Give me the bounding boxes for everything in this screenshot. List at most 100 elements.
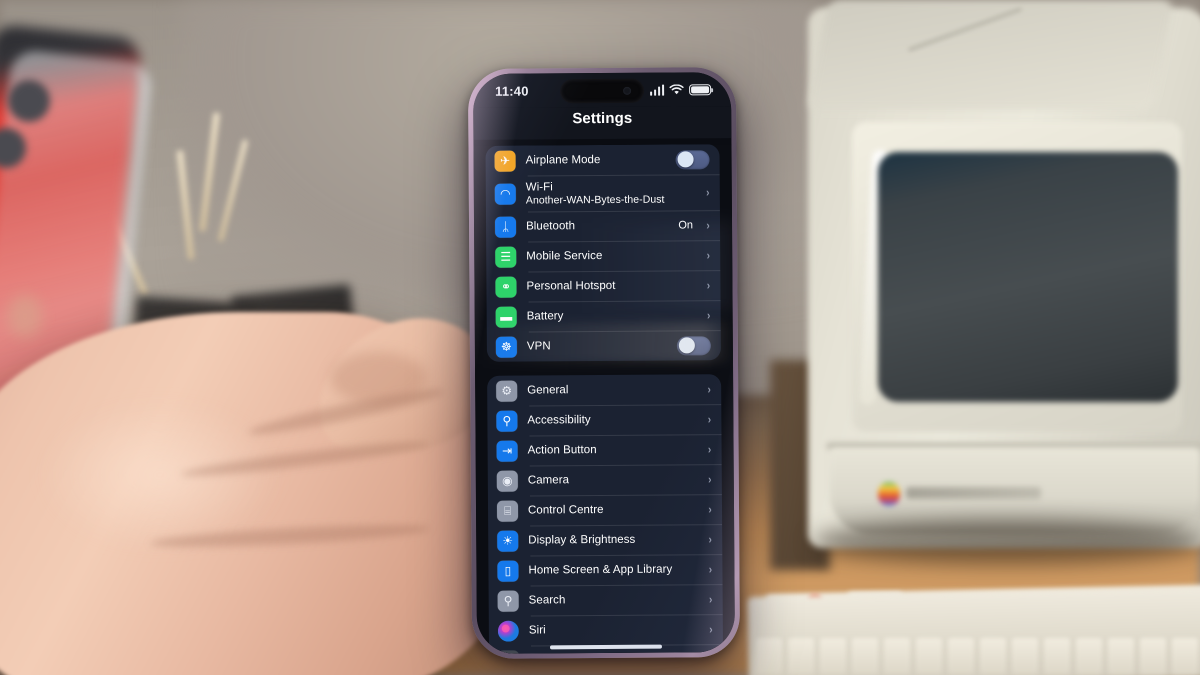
settings-row[interactable]: Siri › xyxy=(489,614,723,646)
settings-row-label: Siri xyxy=(528,624,546,637)
toggle-knob xyxy=(677,151,694,168)
settings-row[interactable]: ᛦ Bluetooth On › xyxy=(486,210,720,242)
vintage-keyboard-top-edge xyxy=(765,585,1200,623)
chevron-right-icon: › xyxy=(709,652,712,654)
settings-row[interactable]: ☸ VPN xyxy=(487,330,721,362)
chevron-right-icon: › xyxy=(706,185,710,200)
settings-row[interactable]: ☰ Mobile Service › xyxy=(486,240,720,272)
front-camera-icon xyxy=(623,86,632,95)
chevron-right-icon: › xyxy=(708,472,712,487)
standby-icon: ◎◎ xyxy=(498,650,520,654)
macintosh-bezel-glint xyxy=(859,149,889,406)
action-button-icon: ⇥ xyxy=(496,440,518,462)
settings-row[interactable]: ⇥ Action Button › xyxy=(488,434,722,466)
settings-row-label: Mobile Service xyxy=(526,250,603,263)
settings-row-label: General xyxy=(527,384,569,397)
settings-row[interactable]: ⚙ General › xyxy=(487,374,721,406)
home-screen-icon: ▯ xyxy=(497,560,519,582)
settings-row[interactable]: ⚲ Accessibility › xyxy=(487,404,721,436)
airplane-icon: ✈ xyxy=(494,150,516,172)
battery-icon xyxy=(689,83,712,95)
settings-row[interactable]: ⚭ Personal Hotspot › xyxy=(486,270,720,302)
home-indicator[interactable] xyxy=(549,644,662,650)
settings-list[interactable]: ✈ Airplane Mode ◠ Wi-Fi Another-WAN-Bytes-th… xyxy=(473,144,736,654)
settings-group-system: ⚙ General › ⚲ Accessibility › ⇥ Action Button › ◉… xyxy=(487,374,724,654)
chevron-right-icon: › xyxy=(707,412,712,427)
chevron-right-icon: › xyxy=(708,532,712,547)
settings-row-label: Airplane Mode xyxy=(525,154,601,167)
chevron-right-icon: › xyxy=(706,218,710,233)
macintosh-top-facet xyxy=(807,0,1174,110)
settings-row-label: Battery xyxy=(526,310,564,323)
photo-scene: 11:40 Settings ✈ Airplane Mode ◠ Wi-Fi Anoth xyxy=(0,0,1200,675)
settings-row-label: Home Screen & App Library xyxy=(528,563,673,577)
chevron-right-icon: › xyxy=(707,382,711,397)
settings-group-connectivity: ✈ Airplane Mode ◠ Wi-Fi Another-WAN-Bytes-th… xyxy=(485,144,721,362)
status-bar-time: 11:40 xyxy=(495,83,529,99)
settings-row-label: Display & Brightness xyxy=(528,533,636,547)
settings-row[interactable]: ▯ Home Screen & App Library › xyxy=(488,554,722,586)
macintosh-classic-body xyxy=(808,8,1200,548)
settings-row-label: Search xyxy=(528,594,566,607)
vpn-icon: ☸ xyxy=(495,336,517,358)
iphone-device: 11:40 Settings ✈ Airplane Mode ◠ Wi-Fi Anoth xyxy=(467,67,741,659)
settings-row-label: Control Centre xyxy=(527,504,604,517)
chevron-right-icon: › xyxy=(706,278,711,293)
iphone-screen: 11:40 Settings ✈ Airplane Mode ◠ Wi-Fi Anoth xyxy=(472,72,736,654)
settings-row-label: Personal Hotspot xyxy=(526,279,616,293)
settings-row-toggle[interactable] xyxy=(676,335,711,355)
toggle-knob xyxy=(678,337,695,354)
macintosh-case-seam xyxy=(826,442,1200,450)
settings-row-value: On xyxy=(678,219,694,232)
settings-row-label: Accessibility xyxy=(527,414,591,427)
settings-row[interactable]: ⌸ Control Centre › xyxy=(488,494,722,526)
settings-row[interactable]: ◠ Wi-Fi Another-WAN-Bytes-the-Dust › xyxy=(486,174,720,212)
camera-icon: ◉ xyxy=(496,470,518,492)
chevron-right-icon: › xyxy=(708,592,713,607)
control-centre-icon: ⌸ xyxy=(496,500,519,522)
settings-row-subtitle: Another-WAN-Bytes-the-Dust xyxy=(525,193,665,207)
page-title: Settings xyxy=(473,106,732,140)
settings-row[interactable]: ☀ Display & Brightness › xyxy=(488,524,722,556)
battery-icon: ▬ xyxy=(495,306,517,328)
chevron-right-icon: › xyxy=(709,622,713,637)
hand-holding-phone xyxy=(0,312,520,675)
chevron-right-icon: › xyxy=(708,562,713,577)
settings-row-label: Wi-Fi Another-WAN-Bytes-the-Dust xyxy=(526,180,696,206)
background-dark-equipment xyxy=(0,340,430,675)
hotspot-icon: ⚭ xyxy=(495,276,517,298)
background-camera-lens-icon xyxy=(0,128,26,168)
background-red-iphone xyxy=(0,23,143,467)
settings-row-label: Bluetooth xyxy=(526,220,576,233)
dynamic-island xyxy=(560,78,645,104)
settings-row-label: Action Button xyxy=(527,444,597,457)
desk-side-panel xyxy=(770,360,830,570)
settings-row[interactable]: ▬ Battery › xyxy=(487,300,721,332)
settings-row[interactable]: ⚲ Search › xyxy=(489,584,723,616)
bluetooth-icon: ᛦ xyxy=(494,216,517,238)
keyboard-apple-logo-icon xyxy=(808,594,822,610)
settings-row-label: VPN xyxy=(526,340,551,353)
background-clear-case xyxy=(0,48,153,482)
brightness-icon: ☀ xyxy=(497,530,519,552)
rainbow-apple-logo-icon xyxy=(878,482,900,506)
search-icon: ⚲ xyxy=(497,590,519,612)
general-gear-icon: ⚙ xyxy=(496,380,518,402)
settings-row[interactable]: ✈ Airplane Mode xyxy=(485,144,719,176)
macintosh-lower-face xyxy=(830,448,1200,534)
chevron-right-icon: › xyxy=(707,442,712,457)
macintosh-classic-wordmark xyxy=(906,487,1041,499)
hand-highlight xyxy=(40,400,280,550)
vintage-keyboard-body xyxy=(747,587,1200,675)
settings-row-toggle[interactable] xyxy=(675,149,710,169)
signal-bars-icon xyxy=(649,84,665,96)
status-bar: 11:40 xyxy=(472,72,732,108)
background-apple-logo-icon xyxy=(8,295,42,337)
settings-row[interactable]: ◉ Camera › xyxy=(488,464,722,496)
mobile-service-icon: ☰ xyxy=(495,246,517,268)
macintosh-top-vent-line xyxy=(908,7,1022,52)
macintosh-shadow xyxy=(812,520,1200,564)
wifi-icon: ◠ xyxy=(494,183,516,205)
accessibility-icon: ⚲ xyxy=(496,410,518,432)
settings-row-label: StandBy xyxy=(529,653,699,654)
